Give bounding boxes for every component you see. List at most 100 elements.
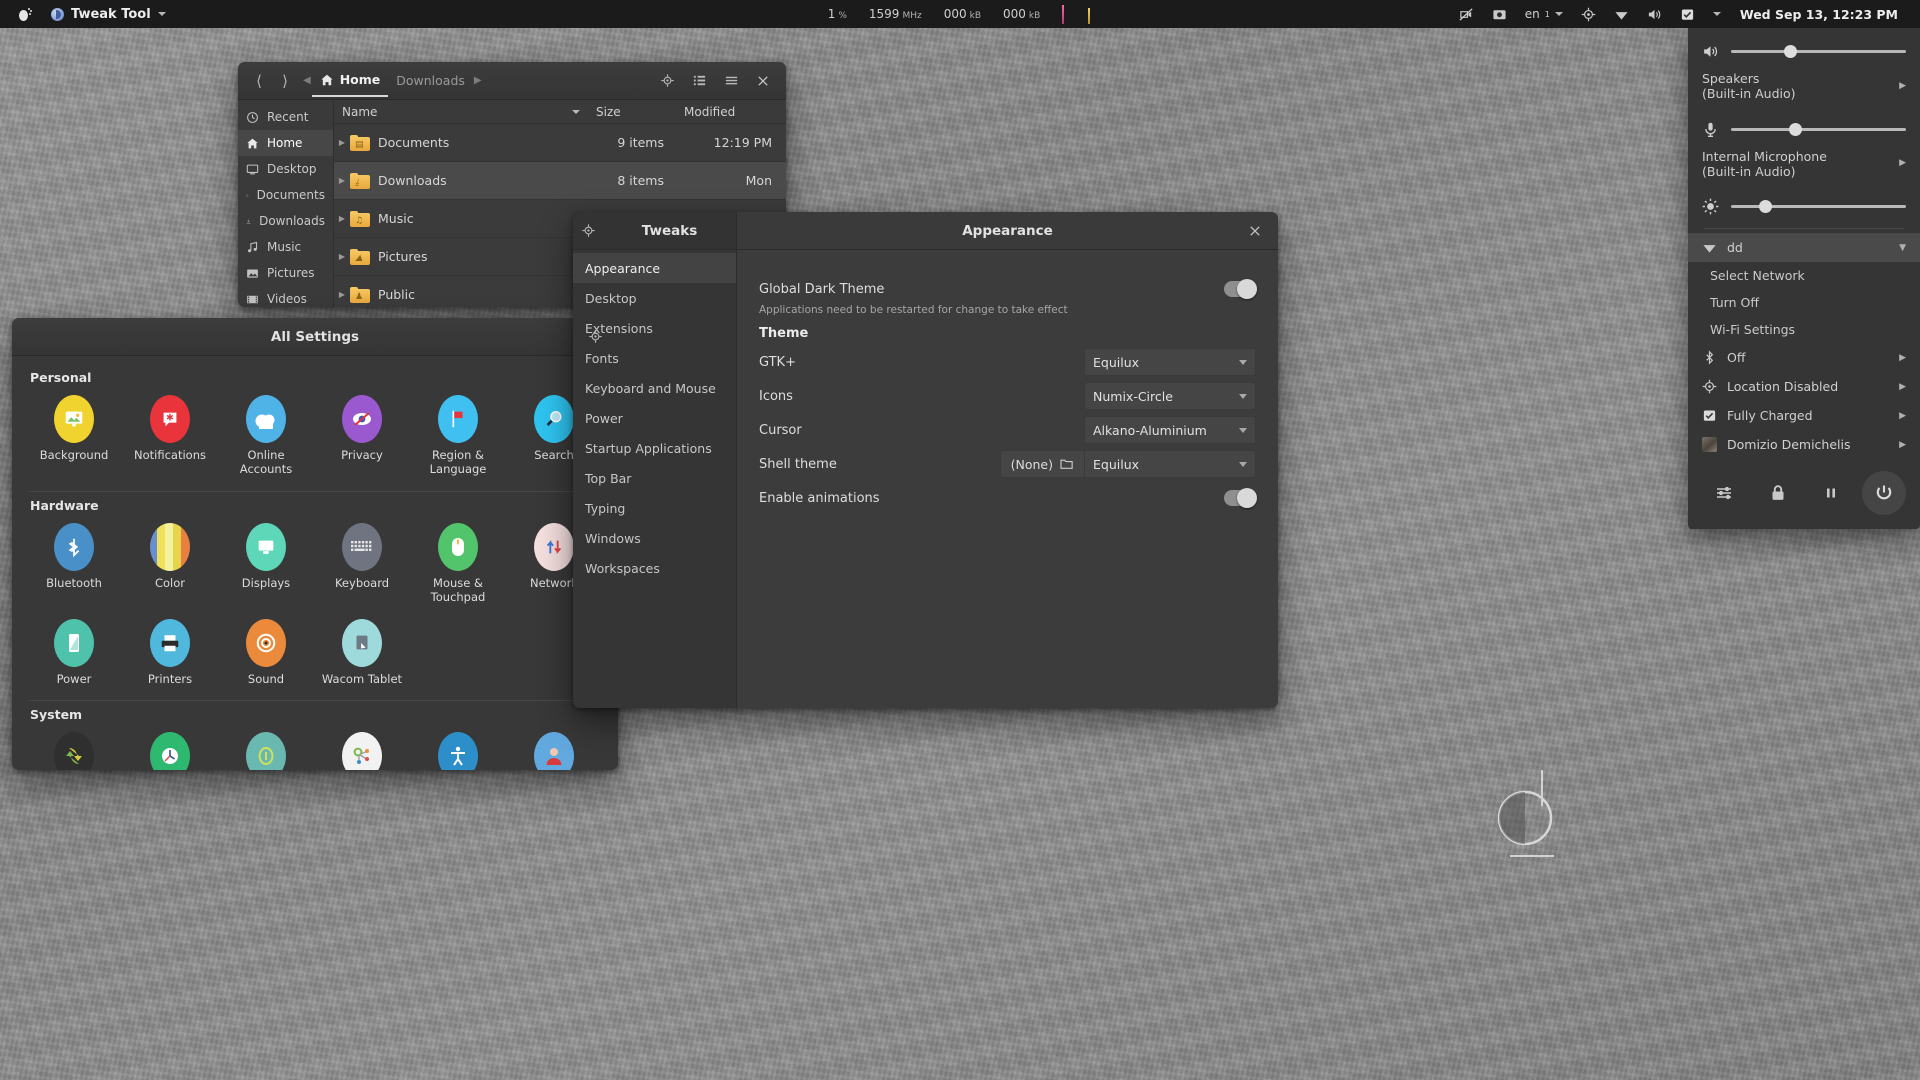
- wifi-icon[interactable]: [1605, 0, 1638, 28]
- column-header-modified[interactable]: Modified: [676, 100, 786, 123]
- search-target-icon[interactable]: [580, 322, 610, 352]
- settings-tile-online-accounts[interactable]: Online Accounts: [218, 389, 314, 485]
- location-row[interactable]: Location Disabled ▶: [1688, 372, 1920, 401]
- sidebar-item-desktop[interactable]: Desktop: [573, 283, 736, 313]
- microphone-device-row[interactable]: Internal Microphone (Built-in Audio) ▶: [1688, 147, 1920, 190]
- settings-tile-keyboard[interactable]: Keyboard: [314, 517, 410, 613]
- sidebar-item-startup-applications[interactable]: Startup Applications: [573, 433, 736, 463]
- settings-tile-privacy[interactable]: Privacy: [314, 389, 410, 485]
- clock[interactable]: Wed Sep 13, 12:23 PM: [1730, 7, 1908, 22]
- folder-documents-icon: ▤: [350, 134, 370, 151]
- sidebar-item-typing[interactable]: Typing: [573, 493, 736, 523]
- settings-tile-date-time[interactable]: Date & Time: [122, 726, 218, 770]
- table-row[interactable]: ▶ ▤ Documents 9 items 12:19 PM: [334, 124, 786, 162]
- sidebar-item-home[interactable]: Home: [238, 130, 333, 156]
- microphone-slider[interactable]: [1731, 122, 1906, 136]
- volume-icon[interactable]: [1638, 0, 1671, 28]
- expander-icon[interactable]: ▶: [334, 290, 350, 299]
- network-row[interactable]: dd ▼: [1688, 233, 1920, 262]
- settings-tile-details[interactable]: Details: [218, 726, 314, 770]
- net-upload: 000 kB: [1003, 7, 1040, 21]
- keyboard-layout-indicator[interactable]: en 1: [1516, 0, 1572, 28]
- search-target-icon[interactable]: [652, 66, 682, 96]
- sidebar-item-music[interactable]: Music: [238, 234, 333, 260]
- table-row[interactable]: ▶ ⤓ Downloads 8 items Mon: [334, 162, 786, 200]
- column-header-size[interactable]: Size: [588, 100, 676, 123]
- network-item-select-network[interactable]: Select Network: [1688, 262, 1920, 289]
- app-menu-button[interactable]: Tweak Tool: [42, 0, 175, 28]
- search-target-icon[interactable]: [573, 216, 603, 246]
- settings-sliders-icon[interactable]: [1703, 471, 1747, 515]
- location-icon[interactable]: [1572, 0, 1605, 28]
- settings-tile-sound[interactable]: Sound: [218, 613, 314, 694]
- battery-charged-icon[interactable]: [1671, 0, 1704, 28]
- forward-button[interactable]: ⟩: [272, 68, 298, 94]
- tweaks-main-headerbar: Appearance: [737, 212, 1278, 250]
- volume-slider[interactable]: [1731, 45, 1906, 58]
- settings-tile-backups[interactable]: Backups: [26, 726, 122, 770]
- sidebar-item-documents[interactable]: Documents: [238, 182, 333, 208]
- close-icon[interactable]: [748, 66, 778, 96]
- sidebar-item-desktop[interactable]: Desktop: [238, 156, 333, 182]
- expander-icon[interactable]: ▶: [334, 138, 350, 147]
- sidebar-item-top-bar[interactable]: Top Bar: [573, 463, 736, 493]
- sidebar-item-videos[interactable]: Videos: [238, 286, 333, 307]
- caret-left-icon[interactable]: ◀: [302, 75, 312, 86]
- list-view-icon[interactable]: [684, 66, 714, 96]
- user-row[interactable]: Domizio Demichelis ▶: [1688, 430, 1920, 459]
- system-monitor-indicator[interactable]: 1 % 1599 MHz 000 kB 000 kB: [828, 4, 1093, 24]
- enable-animations-toggle[interactable]: [1224, 488, 1257, 508]
- column-header-name[interactable]: Name: [334, 100, 588, 123]
- speakers-row[interactable]: Speakers (Built-in Audio) ▶: [1688, 69, 1920, 112]
- sidebar-item-workspaces[interactable]: Workspaces: [573, 553, 736, 583]
- breadcrumb-downloads[interactable]: Downloads: [388, 65, 473, 97]
- cursor-theme-dropdown[interactable]: Alkano-Aluminium: [1084, 416, 1256, 444]
- power-icon[interactable]: [1861, 471, 1906, 515]
- activities-button[interactable]: [8, 0, 42, 28]
- brightness-slider[interactable]: [1731, 200, 1906, 213]
- settings-tile-users[interactable]: Users: [506, 726, 602, 770]
- tile-label: Mouse & Touchpad: [430, 575, 486, 605]
- settings-tile-color[interactable]: Color: [122, 517, 218, 613]
- gtk-theme-dropdown[interactable]: Equilux: [1084, 348, 1256, 376]
- bluetooth-row[interactable]: Off ▶: [1688, 343, 1920, 372]
- suspend-icon[interactable]: [1809, 471, 1853, 515]
- screencast-off-icon[interactable]: [1450, 0, 1483, 28]
- shell-theme-dropdown[interactable]: Equilux: [1084, 450, 1256, 478]
- expander-icon[interactable]: ▶: [334, 176, 350, 185]
- settings-tile-displays[interactable]: Displays: [218, 517, 314, 613]
- sidebar-item-downloads[interactable]: Downloads: [238, 208, 333, 234]
- hamburger-menu-icon[interactable]: [716, 66, 746, 96]
- settings-tile-wacom-tablet[interactable]: Wacom Tablet: [314, 613, 410, 694]
- back-button[interactable]: ⟨: [246, 68, 272, 94]
- close-icon[interactable]: [1240, 216, 1270, 246]
- shell-theme-file-chooser[interactable]: (None): [999, 450, 1084, 478]
- expander-icon[interactable]: ▶: [334, 214, 350, 223]
- network-item-turn-off[interactable]: Turn Off: [1688, 289, 1920, 316]
- settings-tile-power[interactable]: Power: [26, 613, 122, 694]
- settings-tile-bluetooth[interactable]: Bluetooth: [26, 517, 122, 613]
- icons-theme-dropdown[interactable]: Numix-Circle: [1084, 382, 1256, 410]
- sidebar-item-appearance[interactable]: Appearance: [573, 253, 736, 283]
- caret-right-icon[interactable]: ▶: [473, 75, 483, 86]
- settings-tile-mouse-touchpad[interactable]: Mouse & Touchpad: [410, 517, 506, 613]
- sidebar-item-windows[interactable]: Windows: [573, 523, 736, 553]
- expander-icon[interactable]: ▶: [334, 252, 350, 261]
- settings-tile-sharing[interactable]: Sharing: [314, 726, 410, 770]
- global-dark-theme-toggle[interactable]: [1224, 279, 1257, 299]
- sidebar-item-power[interactable]: Power: [573, 403, 736, 433]
- sidebar-item-recent[interactable]: Recent: [238, 104, 333, 130]
- camera-icon[interactable]: [1483, 0, 1516, 28]
- sidebar-item-keyboard-and-mouse[interactable]: Keyboard and Mouse: [573, 373, 736, 403]
- lock-icon[interactable]: [1756, 471, 1800, 515]
- settings-tile-background[interactable]: Background: [26, 389, 122, 485]
- settings-tile-printers[interactable]: Printers: [122, 613, 218, 694]
- settings-tile-region-language[interactable]: Region & Language: [410, 389, 506, 485]
- settings-tile-universal-access[interactable]: Universal Access: [410, 726, 506, 770]
- breadcrumb-home[interactable]: Home: [311, 65, 389, 97]
- sidebar-item-pictures[interactable]: Pictures: [238, 260, 333, 286]
- system-menu-button[interactable]: [1704, 0, 1730, 28]
- battery-row[interactable]: Fully Charged ▶: [1688, 401, 1920, 430]
- settings-tile-notifications[interactable]: ✱ Notifications: [122, 389, 218, 485]
- network-item-wifi-settings[interactable]: Wi-Fi Settings: [1688, 316, 1920, 343]
